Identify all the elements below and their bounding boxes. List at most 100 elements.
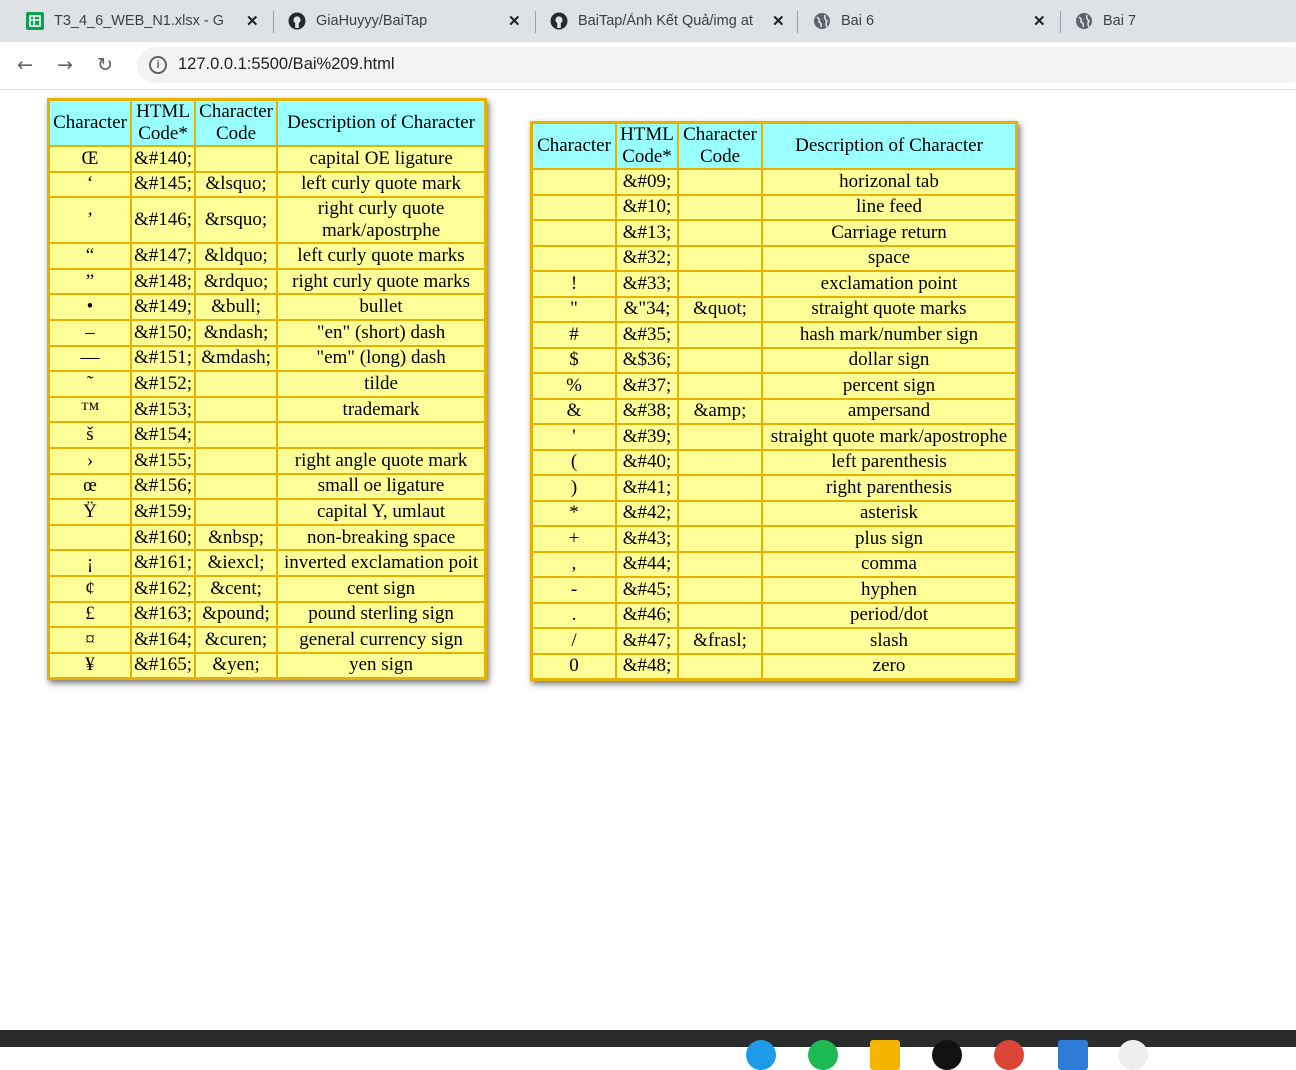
cell-description: percent sign <box>761 372 1018 400</box>
cell-description: comma <box>761 550 1018 578</box>
taskbar-app-icon[interactable] <box>746 1040 776 1070</box>
cell-description: period/dot <box>761 601 1018 629</box>
cell-description: left parenthesis <box>761 448 1018 476</box>
table-row: &#13; Carriage return <box>530 219 1018 247</box>
cell-html-code: &#163; <box>129 600 197 629</box>
cell-character: , <box>530 550 617 578</box>
table-row: ¡ &#161; &iexcl; inverted exclamation poit <box>47 549 487 577</box>
forward-button[interactable]: → <box>57 54 73 76</box>
taskbar-app-icon[interactable] <box>808 1040 838 1070</box>
cell-character-code <box>194 145 279 173</box>
cell-character-code <box>677 550 763 578</box>
cell-character-code <box>194 446 279 475</box>
cell-character: + <box>530 525 617 553</box>
cell-character-code: &amp; <box>677 397 763 425</box>
cell-description: ampersand <box>761 397 1018 425</box>
cell-character-code: &pound; <box>194 600 279 629</box>
tab-2[interactable]: BaiTap/Ảnh Kết Quả/img at ✕ <box>550 0 798 42</box>
taskbar-app-icon[interactable] <box>932 1040 962 1070</box>
cell-character: Œ <box>47 145 132 173</box>
cell-character-code <box>677 652 763 681</box>
cell-html-code: &#38; <box>615 397 679 425</box>
cell-character: “ <box>47 242 132 270</box>
cell-description: cent sign <box>276 574 487 603</box>
cell-character: ‘ <box>47 170 132 199</box>
table-row: ) &#41; right parenthesis <box>530 474 1018 502</box>
cell-character: • <box>47 293 132 321</box>
tab-1[interactable]: GiaHuyyy/BaiTap ✕ <box>288 0 536 42</box>
table-row: — &#151; &mdash; "em" (long) dash <box>47 344 487 373</box>
table-header-row: Character HTML Code* Character Code Desc… <box>530 121 1018 170</box>
info-icon[interactable]: i <box>149 56 167 74</box>
table-row: ’ &#146; &rsquo; right curly quote mark/apo… <box>47 196 487 245</box>
cell-character-code <box>677 372 763 400</box>
cell-character-code: &quot; <box>677 295 763 323</box>
tab-separator <box>797 11 798 33</box>
address-bar[interactable]: i 127.0.0.1:5500/Bai%209.html <box>137 47 1296 83</box>
taskbar-app-icon[interactable] <box>994 1040 1024 1070</box>
url-text[interactable]: 127.0.0.1:5500/Bai%209.html <box>178 55 395 74</box>
tab-separator <box>273 11 274 33</box>
os-taskbar <box>0 1030 1296 1070</box>
cell-description: space <box>761 244 1018 272</box>
cell-character: › <box>47 446 132 475</box>
cell-character: * <box>530 499 617 527</box>
header-description: Description of Character <box>276 98 487 147</box>
cell-description: right curly quote mark/apostrphe <box>276 196 487 245</box>
cell-description: exclamation point <box>761 270 1018 298</box>
cell-character: 0 <box>530 652 617 681</box>
tab-3[interactable]: Bai 6 ✕ <box>813 0 1061 42</box>
table-row: – &#150; &ndash; "en" (short) dash <box>47 318 487 347</box>
globe-icon <box>813 12 831 30</box>
back-button[interactable]: ← <box>17 54 33 76</box>
cell-character <box>530 244 617 272</box>
cell-html-code: &#151; <box>129 344 197 373</box>
table-row: &#09; horizonal tab <box>530 168 1018 196</box>
cell-description: left curly quote marks <box>276 242 487 270</box>
table-row: ¤ &#164; &curen; general currency sign <box>47 626 487 654</box>
header-html-code: HTML Code* <box>615 121 679 170</box>
table-body: Œ &#140; capital OE ligature ‘&#145; &lsquo;… <box>47 145 487 680</box>
cell-character-code: &mdash; <box>194 344 279 373</box>
cell-character-code: &rdquo; <box>194 267 279 296</box>
cell-character-code <box>677 193 763 221</box>
close-icon[interactable]: ✕ <box>772 12 785 30</box>
cell-html-code: &#48; <box>615 652 679 681</box>
cell-html-code: &#43; <box>615 525 679 553</box>
cell-description: right parenthesis <box>761 474 1018 502</box>
table-row: Ÿ &#159; capital Y, umlaut <box>47 498 487 526</box>
taskbar-app-icon[interactable] <box>1058 1040 1088 1070</box>
github-icon <box>288 12 306 30</box>
cell-description: left curly quote mark <box>276 170 487 199</box>
cell-character <box>530 193 617 221</box>
table-row: " &"34; &quot; straight quote marks <box>530 295 1018 323</box>
cell-character: ˜ <box>47 370 132 398</box>
table-row: ˜ &#152; tilde <box>47 370 487 398</box>
table-row: £ &#163; &pound; pound sterling sign <box>47 600 487 629</box>
cell-character: ( <box>530 448 617 476</box>
table-row: &#32; space <box>530 244 1018 272</box>
table-row: ™ &#153; trademark <box>47 395 487 424</box>
cell-character-code: &ndash; <box>194 318 279 347</box>
table-row: ! &#33; exclamation point <box>530 270 1018 298</box>
cell-character-code <box>677 423 763 451</box>
cell-html-code: &#155; <box>129 446 197 475</box>
table-row: › &#155; right angle quote mark <box>47 446 487 475</box>
cell-description: straight quote marks <box>761 295 1018 323</box>
cell-html-code: &#37; <box>615 372 679 400</box>
cell-html-code: &#147; <box>129 242 197 270</box>
tab-4[interactable]: Bai 7 <box>1075 0 1296 42</box>
tab-0[interactable]: T3_4_6_WEB_N1.xlsx - Goog ✕ <box>26 0 274 42</box>
cell-html-code: &#39; <box>615 423 679 451</box>
cell-html-code: &#159; <box>129 498 197 526</box>
taskbar-app-icon[interactable] <box>1118 1040 1148 1070</box>
cell-character-code <box>677 244 763 272</box>
close-icon[interactable]: ✕ <box>246 12 259 30</box>
taskbar-app-icon[interactable] <box>870 1040 900 1070</box>
cell-html-code: &#46; <box>615 601 679 629</box>
close-icon[interactable]: ✕ <box>1033 12 1046 30</box>
cell-html-code: &#145; <box>129 170 197 199</box>
reload-button[interactable]: ↻ <box>97 54 113 76</box>
close-icon[interactable]: ✕ <box>508 12 521 30</box>
cell-html-code: &#165; <box>129 651 197 680</box>
